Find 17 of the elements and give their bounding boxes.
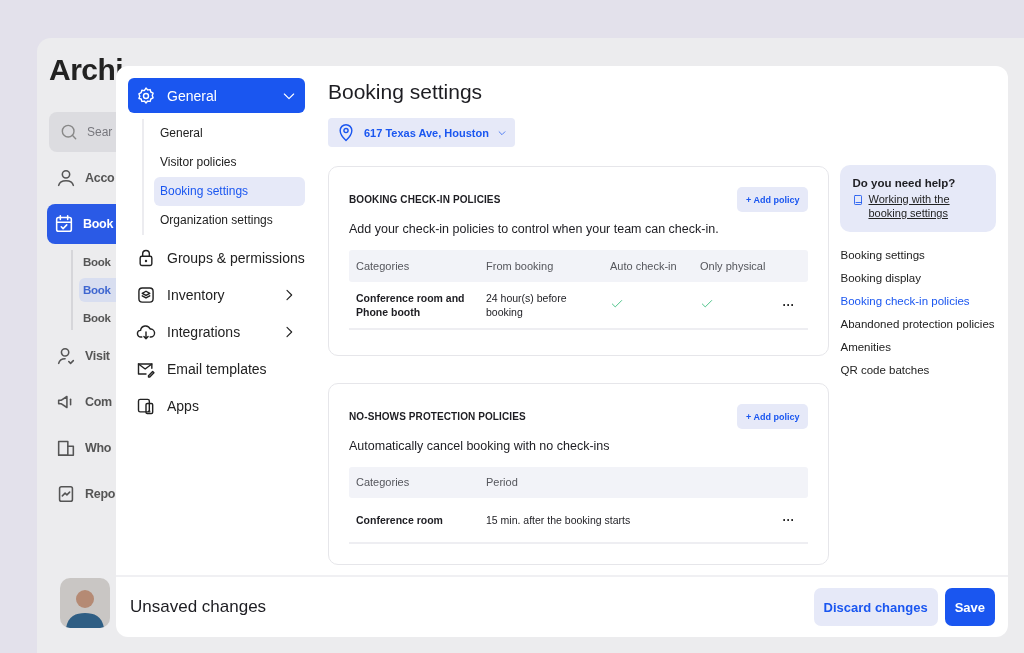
column-header: Period xyxy=(485,476,519,489)
column-header: Categories xyxy=(355,260,411,272)
table-cell-text: Conference room xyxy=(355,512,444,527)
table-cell-text: Conference room and Phone booth xyxy=(355,291,466,319)
unsaved-message: Unsaved changes xyxy=(130,597,267,617)
section-description: Automatically cancel booking with no check-ins xyxy=(349,439,611,453)
section-title: BOOKING CHECK-IN POLICIES xyxy=(349,194,501,205)
section-title: NO-SHOWS PROTECTION POLICIES xyxy=(349,411,526,422)
column-header: Auto check-in xyxy=(609,260,678,272)
section-description: Add your check-in policies to control when your team can check-in. xyxy=(349,222,720,236)
table-cell-text: 15 min. after the booking starts xyxy=(485,512,632,527)
column-header: Categories xyxy=(355,476,411,489)
page-title: Booking settings xyxy=(328,80,484,105)
help-title: Do you need help? xyxy=(852,177,957,189)
column-header: Only physical xyxy=(699,260,767,272)
table-cell-text: 24 hour(s) before booking xyxy=(485,291,568,319)
column-header: From booking xyxy=(485,260,555,272)
